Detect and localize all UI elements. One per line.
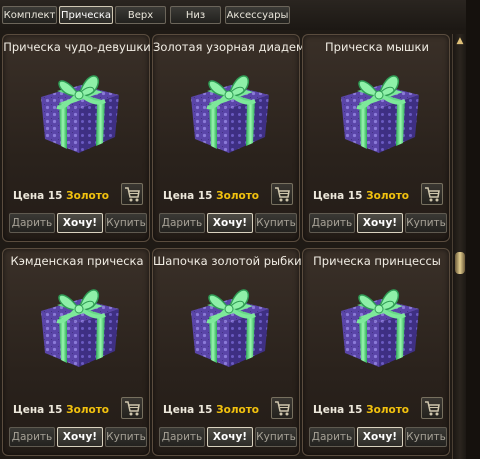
item-title: Золотая узорная диадема — [153, 40, 312, 54]
want-button[interactable]: Хочу! — [57, 213, 103, 233]
gift-box-icon[interactable] — [323, 269, 431, 377]
item-card: Прическа мышки Цена 15 Золото Дарить Хоч… — [302, 34, 450, 242]
window-edge — [466, 0, 480, 459]
shopping-cart-icon[interactable] — [271, 397, 293, 419]
gift-box-icon[interactable] — [323, 55, 431, 163]
item-title: Прическа мышки — [325, 40, 429, 54]
gift-box-icon[interactable] — [173, 55, 281, 163]
item-title: Прическа чудо-девушки — [3, 40, 151, 54]
item-title: Прическа принцессы — [313, 254, 441, 268]
item-card: Кэмденская прическа Цена 15 Золото Дарит… — [2, 248, 150, 456]
want-button[interactable]: Хочу! — [57, 427, 103, 447]
want-button[interactable]: Хочу! — [207, 427, 253, 447]
shopping-cart-icon[interactable] — [421, 397, 443, 419]
item-title: Шапочка золотой рыбки — [153, 254, 302, 268]
item-price: Цена 15 Золото — [313, 404, 410, 416]
chevron-up-icon[interactable]: ▲ — [453, 34, 467, 48]
buy-button[interactable]: Купить — [105, 427, 147, 447]
tab-bottom[interactable]: Низ — [170, 6, 221, 24]
want-button[interactable]: Хочу! — [357, 213, 403, 233]
tab-hairstyle[interactable]: Прическа — [59, 6, 113, 24]
item-price: Цена 15 Золото — [313, 190, 410, 202]
shopping-cart-icon[interactable] — [121, 397, 143, 419]
item-card: Шапочка золотой рыбки Цена 15 Золото Дар… — [152, 248, 302, 456]
item-card: Прическа принцессы Цена 15 Золото Дарить… — [302, 248, 450, 456]
buy-button[interactable]: Купить — [405, 427, 447, 447]
shopping-cart-icon[interactable] — [421, 183, 443, 205]
buy-button[interactable]: Купить — [255, 213, 297, 233]
item-card: Золотая узорная диадема Цена 15 Золото Д… — [152, 34, 312, 242]
item-price: Цена 15 Золото — [163, 190, 260, 202]
gift-button[interactable]: Дарить — [159, 213, 205, 233]
buy-button[interactable]: Купить — [255, 427, 297, 447]
tab-top[interactable]: Верх — [115, 6, 166, 24]
gift-button[interactable]: Дарить — [159, 427, 205, 447]
gift-box-icon[interactable] — [23, 269, 131, 377]
gift-box-icon[interactable] — [23, 55, 131, 163]
gift-button[interactable]: Дарить — [309, 213, 355, 233]
buy-button[interactable]: Купить — [105, 213, 147, 233]
tab-accessories[interactable]: Аксессуары — [225, 6, 290, 24]
item-price: Цена 15 Золото — [13, 190, 110, 202]
gift-button[interactable]: Дарить — [309, 427, 355, 447]
want-button[interactable]: Хочу! — [357, 427, 403, 447]
tab-set[interactable]: Комплект — [2, 6, 57, 24]
tab-bar: Комплект Прическа Верх Низ Аксессуары — [0, 0, 480, 30]
shopping-cart-icon[interactable] — [121, 183, 143, 205]
buy-button[interactable]: Купить — [405, 213, 447, 233]
item-card: Прическа чудо-девушки Цена 15 Золото Дар… — [2, 34, 151, 242]
gift-button[interactable]: Дарить — [9, 213, 55, 233]
shopping-cart-icon[interactable] — [271, 183, 293, 205]
gift-box-icon[interactable] — [173, 269, 281, 377]
item-price: Цена 15 Золото — [163, 404, 260, 416]
scroll-thumb[interactable] — [455, 252, 465, 274]
item-title: Кэмденская прическа — [10, 254, 144, 268]
want-button[interactable]: Хочу! — [207, 213, 253, 233]
item-price: Цена 15 Золото — [13, 404, 110, 416]
gift-button[interactable]: Дарить — [9, 427, 55, 447]
